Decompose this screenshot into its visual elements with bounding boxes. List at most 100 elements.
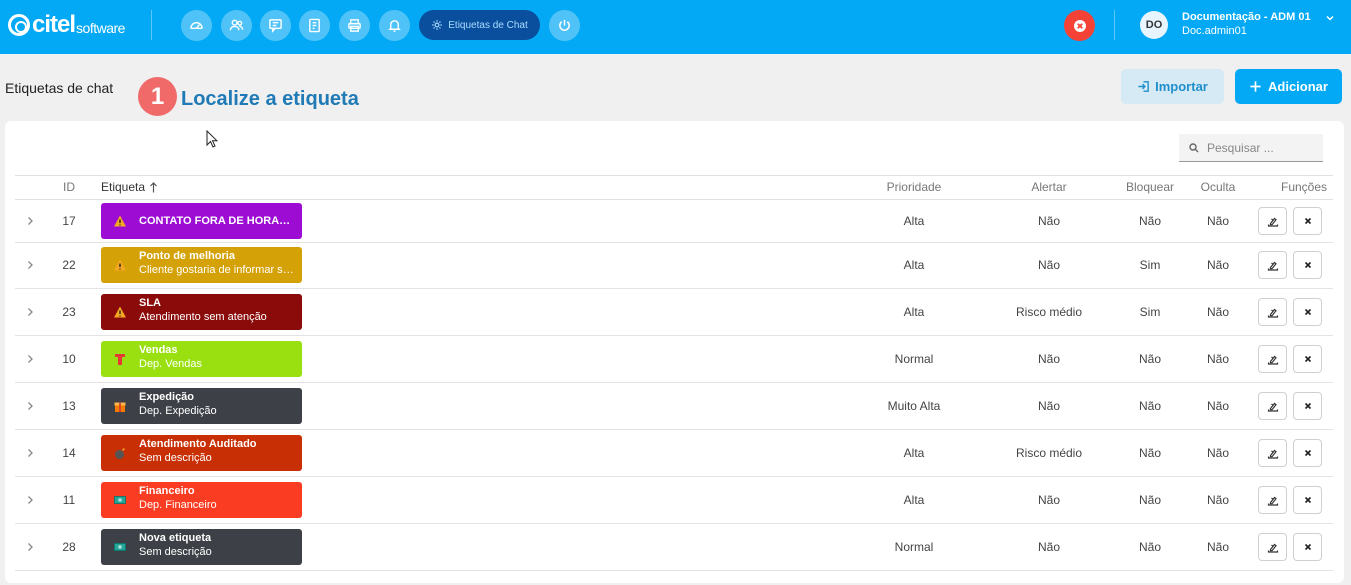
tag-chip[interactable]: Vendas Dep. Vendas — [101, 341, 302, 377]
nav-dashboard-button[interactable] — [181, 10, 212, 41]
tag-title: Nova etiqueta — [139, 532, 212, 544]
table-row[interactable]: 28 Nova etiqueta Sem descrição Normal Nã… — [15, 524, 1333, 571]
row-id: 28 — [62, 540, 76, 554]
expand-chevron-icon[interactable] — [26, 307, 34, 317]
step-badge: 1 — [138, 77, 177, 116]
expand-chevron-icon[interactable] — [26, 260, 34, 270]
edit-button[interactable] — [1258, 533, 1287, 561]
edit-icon — [1267, 402, 1278, 412]
divider — [1114, 10, 1115, 40]
nav-print-button[interactable] — [339, 10, 370, 41]
tag-chip[interactable]: Financeiro Dep. Financeiro — [101, 482, 302, 518]
gift-icon — [114, 402, 126, 412]
table-row[interactable]: 10 Vendas Dep. Vendas Normal Não Não Não — [15, 336, 1333, 383]
table-row[interactable]: 17 CONTATO FORA DE HORARIO Alta Não Não … — [15, 200, 1333, 243]
column-header-prioridade[interactable]: Prioridade — [854, 180, 974, 194]
column-header-id[interactable]: ID — [63, 180, 75, 194]
edit-button[interactable] — [1258, 486, 1287, 514]
expand-chevron-icon[interactable] — [26, 542, 34, 552]
expand-chevron-icon[interactable] — [26, 495, 34, 505]
add-button[interactable]: Adicionar — [1235, 69, 1342, 104]
tag-chip[interactable]: Atendimento Auditado Sem descrição — [101, 435, 302, 471]
table-row[interactable]: 13 Expedição Dep. Expedição Muito Alta N… — [15, 383, 1333, 430]
citel-logo[interactable]: citel software — [8, 10, 125, 40]
import-label: Importar — [1155, 79, 1208, 94]
nav-chat-tags-button[interactable]: Etiquetas de Chat — [419, 10, 540, 40]
money-icon — [114, 543, 126, 551]
expand-chevron-icon[interactable] — [26, 401, 34, 411]
nav-notifications-button[interactable] — [379, 10, 410, 41]
nav-users-button[interactable] — [221, 10, 252, 41]
row-id: 17 — [62, 214, 76, 228]
tag-description: Dep. Expedição — [139, 405, 217, 417]
row-id: 10 — [62, 352, 76, 366]
edit-icon — [1267, 308, 1278, 318]
edit-button[interactable] — [1258, 298, 1287, 326]
nav-chat-button[interactable] — [260, 10, 291, 41]
edit-button[interactable] — [1258, 251, 1287, 279]
tag-chip[interactable]: Expedição Dep. Expedição — [101, 388, 302, 424]
table-row[interactable]: 14 Atendimento Auditado Sem descrição Al… — [15, 430, 1333, 477]
bell-icon — [388, 20, 401, 32]
edit-button[interactable] — [1258, 207, 1287, 235]
user-name[interactable]: Documentação - ADM 01 — [1182, 11, 1311, 23]
edit-button[interactable] — [1258, 345, 1287, 373]
close-icon — [1304, 496, 1311, 504]
tag-title: Atendimento Auditado — [139, 438, 257, 450]
row-id: 11 — [62, 493, 76, 507]
nav-chat-tags-label: Etiquetas de Chat — [448, 19, 528, 31]
import-button[interactable]: Importar — [1121, 69, 1224, 104]
tag-chip[interactable]: Nova etiqueta Sem descrição — [101, 529, 302, 565]
edit-icon — [1267, 543, 1278, 553]
nav-power-button[interactable] — [549, 10, 580, 41]
delete-button[interactable] — [1293, 251, 1322, 279]
close-icon — [1304, 355, 1311, 363]
delete-button[interactable] — [1293, 439, 1322, 467]
expand-chevron-icon[interactable] — [26, 216, 34, 226]
search-box[interactable] — [1179, 134, 1323, 162]
tag-chip[interactable]: CONTATO FORA DE HORARIO — [101, 203, 302, 239]
tag-description: Cliente gostaria de informar sobre — [139, 264, 296, 276]
row-id: 13 — [62, 399, 76, 413]
avatar[interactable]: DO — [1140, 11, 1168, 39]
tag-chip[interactable]: Ponto de melhoria Cliente gostaria de in… — [101, 247, 302, 283]
delete-button[interactable] — [1293, 533, 1322, 561]
delete-button[interactable] — [1293, 345, 1322, 373]
tag-description: Sem descrição — [139, 546, 212, 558]
report-icon — [309, 18, 320, 33]
users-icon — [229, 19, 244, 31]
printer-icon — [348, 19, 361, 32]
edit-button[interactable] — [1258, 439, 1287, 467]
gear-icon — [432, 20, 443, 30]
expand-chevron-icon[interactable] — [26, 354, 34, 364]
tag-title: Financeiro — [139, 485, 195, 497]
delete-button[interactable] — [1293, 392, 1322, 420]
delete-button[interactable] — [1293, 207, 1322, 235]
column-header-etiqueta[interactable]: Etiqueta — [101, 180, 158, 194]
column-header-oculta[interactable]: Oculta — [1158, 180, 1278, 194]
bomb-icon — [115, 447, 126, 459]
table-row[interactable]: 11 Financeiro Dep. Financeiro Alta Não N… — [15, 477, 1333, 524]
tag-title: Expedição — [139, 391, 195, 403]
row-prioridade: Normal — [894, 352, 934, 366]
tag-chip[interactable]: SLA Atendimento sem atenção — [101, 294, 302, 330]
table-row[interactable]: 23 SLA Atendimento sem atenção Alta Risc… — [15, 289, 1333, 336]
search-input[interactable] — [1207, 140, 1317, 155]
expand-chevron-icon[interactable] — [26, 448, 34, 458]
close-icon — [1304, 261, 1311, 269]
edit-button[interactable] — [1258, 392, 1287, 420]
warning-icon — [114, 306, 126, 318]
user-login: Doc.admin01 — [1182, 25, 1247, 37]
tag-title: Ponto de melhoria — [139, 250, 235, 262]
delete-button[interactable] — [1293, 486, 1322, 514]
nav-reports-button[interactable] — [299, 10, 330, 41]
sort-ascending-icon — [150, 181, 157, 192]
row-prioridade: Alta — [903, 446, 925, 460]
delete-button[interactable] — [1293, 298, 1322, 326]
logo-sub: software — [76, 20, 125, 36]
table-row[interactable]: 22 Ponto de melhoria Cliente gostaria de… — [15, 242, 1333, 289]
tag-description: Dep. Vendas — [139, 358, 202, 370]
chevron-down-icon[interactable] — [1325, 13, 1335, 23]
edit-icon — [1267, 355, 1278, 365]
close-session-button[interactable] — [1064, 10, 1095, 41]
